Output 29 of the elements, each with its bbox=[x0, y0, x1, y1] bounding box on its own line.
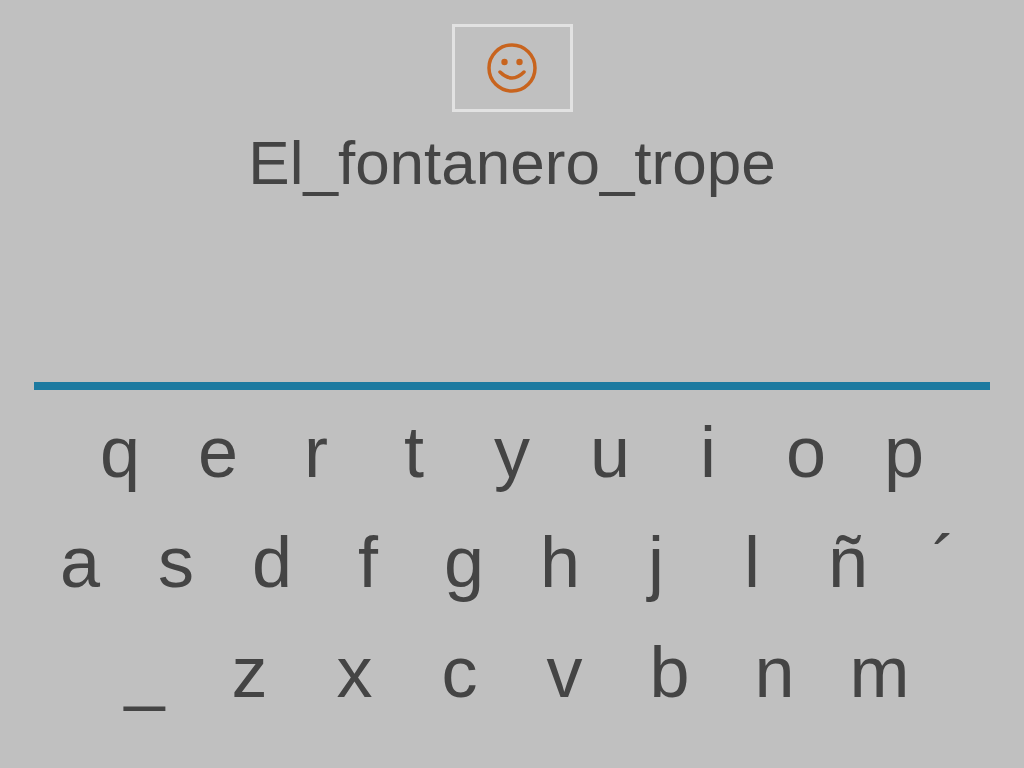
key-button[interactable]: a bbox=[32, 522, 128, 602]
key-button[interactable]: f bbox=[320, 522, 416, 602]
key-button[interactable]: _ bbox=[92, 632, 197, 712]
key-button[interactable]: x bbox=[302, 632, 407, 712]
key-button[interactable]: z bbox=[197, 632, 302, 712]
key-button[interactable]: b bbox=[617, 632, 722, 712]
key-button[interactable]: d bbox=[224, 522, 320, 602]
smiley-button[interactable] bbox=[451, 24, 573, 112]
key-button[interactable]: l bbox=[704, 522, 800, 602]
key-button[interactable]: t bbox=[365, 412, 463, 492]
key-button[interactable]: j bbox=[608, 522, 704, 602]
key-button[interactable]: q bbox=[71, 412, 169, 492]
key-button[interactable]: h bbox=[512, 522, 608, 602]
key-button[interactable]: y bbox=[463, 412, 561, 492]
key-button[interactable]: n bbox=[722, 632, 827, 712]
key-button[interactable]: g bbox=[416, 522, 512, 602]
key-button[interactable]: ´ bbox=[896, 522, 992, 602]
key-button[interactable]: u bbox=[561, 412, 659, 492]
key-button[interactable]: m bbox=[827, 632, 932, 712]
key-button[interactable]: c bbox=[407, 632, 512, 712]
key-button[interactable]: s bbox=[128, 522, 224, 602]
key-button[interactable]: p bbox=[855, 412, 953, 492]
key-button[interactable]: ñ bbox=[800, 522, 896, 602]
key-button[interactable]: r bbox=[267, 412, 365, 492]
key-button[interactable]: i bbox=[659, 412, 757, 492]
smiley-icon bbox=[486, 42, 538, 94]
key-button[interactable]: v bbox=[512, 632, 617, 712]
key-button[interactable]: o bbox=[757, 412, 855, 492]
key-button[interactable]: e bbox=[169, 412, 267, 492]
